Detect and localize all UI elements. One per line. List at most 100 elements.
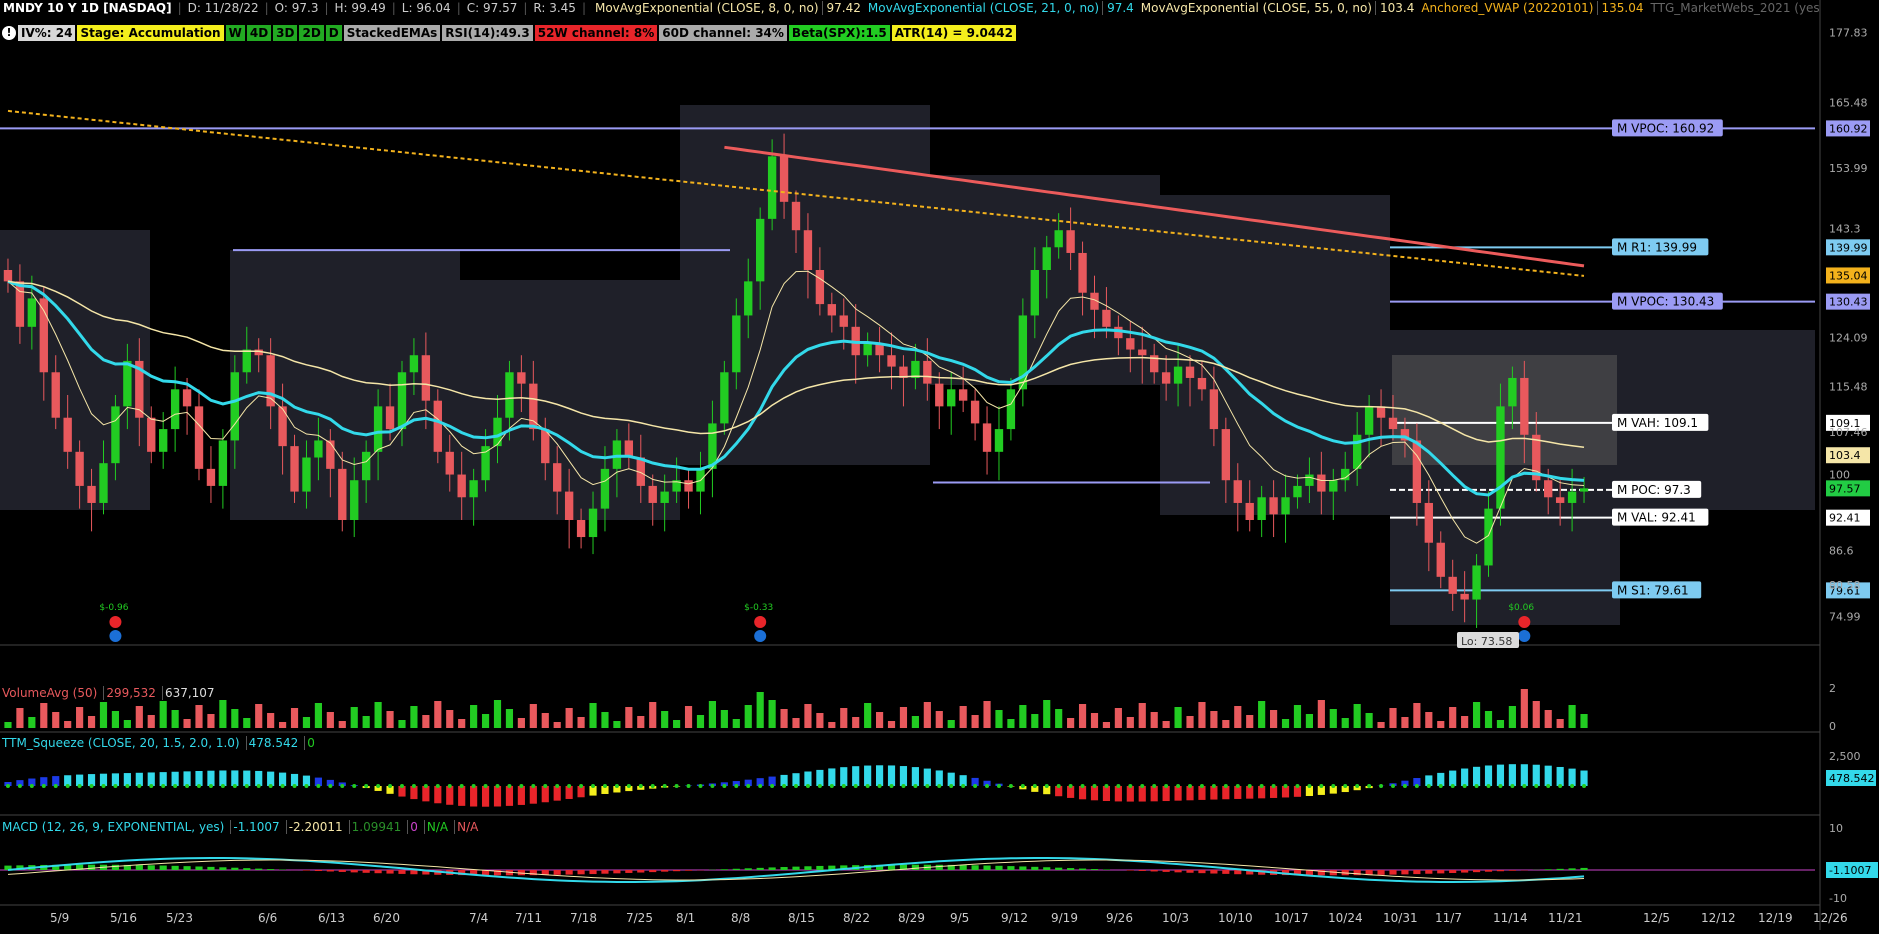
study-chip-9[interactable]: 52W channel: 8% — [535, 25, 658, 41]
volume-bar-98 — [1174, 707, 1181, 728]
squeeze-dot-63 — [758, 784, 762, 788]
volume-bar-6 — [76, 707, 83, 728]
candle-17 — [207, 446, 215, 503]
volume-bar-102 — [1222, 720, 1229, 728]
volume-bar-3 — [40, 703, 47, 728]
y-tick-9: 80.58 — [1829, 579, 1861, 592]
squeeze-dot-6 — [78, 784, 82, 788]
volume-bar-8 — [100, 702, 107, 728]
macd-study-label[interactable]: MACD (12, 26, 9, EXPONENTIAL, yes) — [0, 820, 226, 834]
volume-bar-28 — [339, 721, 346, 728]
squeeze-dot-117 — [1403, 784, 1407, 788]
macd-hist-101 — [1210, 870, 1217, 874]
macd-hist-100 — [1198, 870, 1205, 873]
candle-82 — [983, 406, 991, 474]
volume-bar-103 — [1234, 706, 1241, 728]
macd-axis-2: -10 — [1829, 892, 1847, 905]
candle-body-99 — [1186, 367, 1194, 378]
candle-body-3 — [40, 298, 48, 372]
candle-body-14 — [171, 389, 179, 429]
alert-icon[interactable]: ! — [2, 26, 16, 40]
study-chip-0[interactable]: IV%: 24 — [18, 25, 75, 41]
level-label-text-0: M VPOC: 160.92 — [1617, 121, 1714, 135]
squeeze-dot-83 — [997, 784, 1001, 788]
header-study-2[interactable]: MovAvgExponential (CLOSE, 55, 0, no) — [1138, 1, 1375, 15]
x-tick-29: 12/19 — [1758, 911, 1793, 925]
squeeze-dot-39 — [472, 784, 476, 788]
study-chip-8[interactable]: RSI(14):49.3 — [442, 25, 532, 41]
x-tick-5: 6/20 — [373, 911, 400, 925]
candle-body-105 — [1257, 497, 1265, 520]
x-tick-21: 10/17 — [1274, 911, 1309, 925]
symbol-title[interactable]: MNDY 10 Y 1D [NASDAQ] — [0, 1, 175, 15]
volume-study-label[interactable]: VolumeAvg (50) — [0, 686, 99, 700]
macd-hist-130 — [1557, 869, 1564, 870]
study-chip-11[interactable]: Beta(SPX):1.5 — [789, 25, 890, 41]
study-chip-7[interactable]: StackedEMAs — [344, 25, 441, 41]
earnings-label-1: $-0.33 — [744, 603, 773, 613]
macd-value-2: -2.20011 — [286, 820, 345, 834]
candle-body-10 — [123, 361, 131, 406]
volume-bar-111 — [1330, 709, 1337, 728]
squeeze-dot-65 — [782, 784, 786, 788]
squeeze-bar-99 — [1186, 786, 1193, 800]
level-label-text-6: M S1: 79.61 — [1617, 583, 1689, 597]
volume-bars — [4, 689, 1587, 728]
candle-body-1 — [16, 281, 24, 326]
header-study-4[interactable]: TTG_MarketWebs_2021 (yes, Automatic,... — [1648, 1, 1821, 15]
squeeze-dot-114 — [1367, 784, 1371, 788]
macd-hist-54 — [649, 870, 656, 872]
squeeze-dot-90 — [1081, 784, 1085, 788]
squeeze-dot-17 — [209, 784, 213, 788]
macd-hist-129 — [1545, 869, 1552, 870]
study-chip-12[interactable]: ATR(14) = 9.0442 — [892, 25, 1016, 41]
candle-body-100 — [1198, 378, 1206, 389]
squeeze-dot-75 — [901, 784, 905, 788]
chart-svg[interactable]: M VPOC: 160.92160.92M R1: 139.99139.99M … — [0, 0, 1879, 930]
header-study-0[interactable]: MovAvgExponential (CLOSE, 8, 0, no) — [592, 1, 822, 15]
candle-body-89 — [1066, 230, 1074, 253]
candle-body-132 — [1580, 488, 1588, 491]
study-chip-2[interactable]: W — [226, 25, 245, 41]
volume-bar-40 — [482, 714, 489, 728]
candle-body-13 — [159, 429, 167, 452]
macd-hist-122 — [1461, 870, 1468, 873]
macd-hist-22 — [267, 869, 274, 870]
study-chip-3[interactable]: 4D — [247, 25, 271, 41]
header-study-3[interactable]: Anchored_VWAP (20220101) — [1418, 1, 1596, 15]
volume-bar-1 — [16, 708, 23, 728]
x-tick-10: 8/1 — [676, 911, 695, 925]
study-chip-4[interactable]: 3D — [273, 25, 297, 41]
volume-bar-110 — [1318, 700, 1325, 728]
chart-root[interactable]: M VPOC: 160.92160.92M R1: 139.99139.99M … — [0, 0, 1879, 930]
squeeze-study-label[interactable]: TTM_Squeeze (CLOSE, 20, 1.5, 2.0, 1.0) — [0, 736, 242, 750]
volume-bar-10 — [124, 720, 131, 728]
candle-body-41 — [493, 418, 501, 446]
squeeze-dot-87 — [1045, 784, 1049, 788]
y-tick-5: 115.48 — [1829, 381, 1868, 394]
study-chip-5[interactable]: 2D — [299, 25, 323, 41]
macd-hist-13 — [160, 866, 167, 870]
study-chip-10[interactable]: 60D channel: 34% — [659, 25, 787, 41]
macd-hist-99 — [1186, 870, 1193, 873]
volume-bar-54 — [649, 702, 656, 728]
volume-bar-94 — [1127, 717, 1134, 728]
candle-body-17 — [207, 469, 215, 486]
header-study-value-3: 135.04 — [1597, 1, 1648, 15]
volume-bar-41 — [494, 700, 501, 728]
macd-hist-76 — [912, 865, 919, 870]
macd-hist-63 — [757, 868, 764, 870]
macd-hist-46 — [554, 870, 561, 875]
squeeze-dot-74 — [890, 784, 894, 788]
volume-bar-2 — [28, 717, 35, 728]
volume-bar-59 — [709, 701, 716, 728]
macd-hist-87 — [1043, 867, 1050, 870]
volume-bar-124 — [1485, 711, 1492, 728]
study-chip-6[interactable]: D — [326, 25, 342, 41]
header-study-1[interactable]: MovAvgExponential (CLOSE, 21, 0, no) — [865, 1, 1102, 15]
level-label-0: M VPOC: 160.92 — [1612, 119, 1723, 136]
squeeze-bar-95 — [1139, 786, 1146, 802]
study-chip-1[interactable]: Stage: Accumulation — [77, 25, 223, 41]
candle-body-94 — [1126, 338, 1134, 349]
volume-bar-58 — [697, 715, 704, 728]
